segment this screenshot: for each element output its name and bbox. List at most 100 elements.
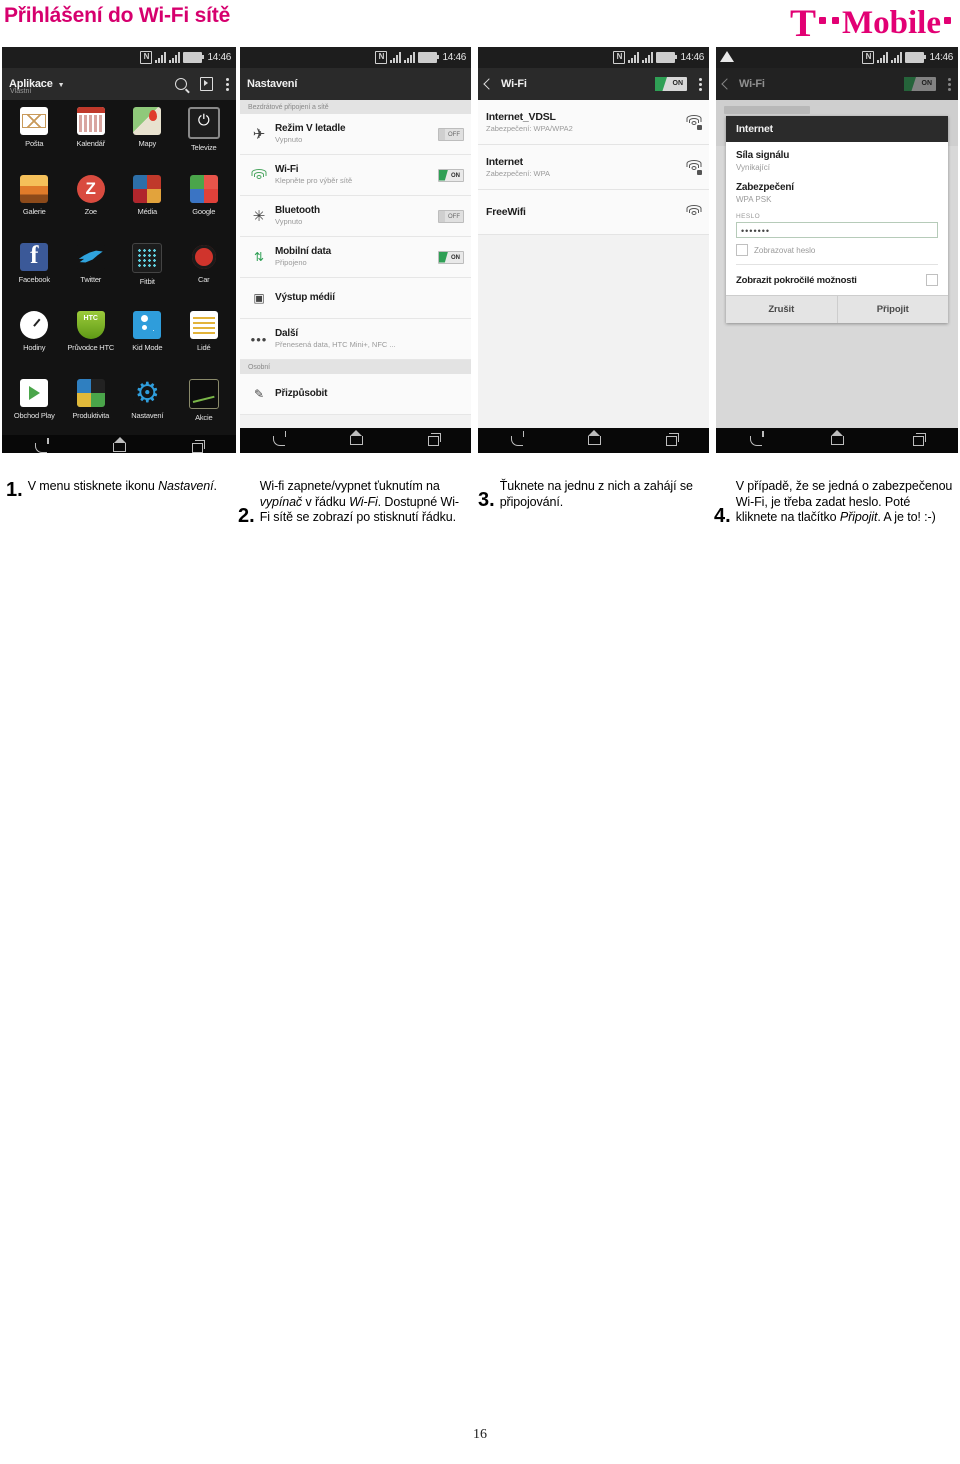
show-password-row[interactable]: Zobrazovat heslo: [736, 238, 938, 265]
app-item[interactable]: Kid Mode: [119, 311, 176, 379]
tmobile-logo-word: Mobile: [842, 4, 941, 41]
advanced-options-label: Zobrazit pokročilé možnosti: [736, 274, 857, 286]
status-bar-clock: 14:46: [442, 52, 466, 63]
app-item[interactable]: Průvodce HTC: [63, 311, 120, 379]
status-bar: N 14:46: [2, 47, 236, 68]
battery-icon: [183, 52, 205, 63]
search-icon[interactable]: [175, 78, 187, 90]
app-label: Obchod Play: [13, 411, 55, 420]
mobile-network-icon: [390, 52, 402, 63]
caption-step-3: 3. Ťuknete na jednu z nich a zahájí se p…: [478, 478, 708, 510]
back-icon[interactable]: [510, 430, 525, 446]
app-item[interactable]: Lidé: [176, 311, 233, 379]
recents-icon[interactable]: [665, 432, 679, 446]
recents-icon[interactable]: [192, 439, 205, 453]
app-item[interactable]: Akcie: [176, 379, 233, 447]
play-store-icon[interactable]: [200, 77, 213, 91]
app-item[interactable]: Facebook: [6, 243, 63, 311]
overflow-menu-icon[interactable]: [226, 77, 229, 91]
app-item[interactable]: Fitbit: [119, 243, 176, 311]
bluetooth-toggle[interactable]: OFF: [438, 209, 464, 223]
settings-row-more[interactable]: ••• Další Přenesená data, HTC Mini+, NFC…: [240, 319, 471, 360]
password-input[interactable]: •••••••: [736, 222, 938, 238]
back-icon[interactable]: [35, 437, 49, 453]
signal-strength-label: Síla signálu: [736, 150, 790, 161]
settings-row-mobile-data[interactable]: ⇅ Mobilní data Připojeno ON: [240, 237, 471, 278]
app-item[interactable]: Zoe: [63, 175, 120, 243]
settings-row-bluetooth[interactable]: ✳ Bluetooth Vypnuto OFF: [240, 196, 471, 237]
app-label: Nastavení: [131, 411, 164, 420]
app-label: Lidé: [197, 343, 211, 352]
app-item[interactable]: Google: [176, 175, 233, 243]
app-drawer-actions: [175, 77, 229, 91]
nfc-icon: N: [375, 51, 388, 64]
app-label: Kalendář: [76, 139, 106, 148]
wifi-network-row[interactable]: Internet Zabezpečení: WPA: [478, 145, 709, 190]
app-label: Akcie: [195, 413, 213, 422]
play-store-icon: [20, 379, 49, 407]
tv-remote-icon: [187, 107, 220, 139]
advanced-options-checkbox[interactable]: [926, 274, 938, 286]
chevron-down-icon[interactable]: ▼: [58, 82, 65, 89]
show-password-checkbox[interactable]: [736, 244, 748, 256]
wifi-ssid: FreeWifi: [486, 205, 526, 218]
recents-icon[interactable]: [912, 432, 926, 446]
cancel-button[interactable]: Zrušit: [726, 296, 837, 323]
wifi-open-icon: [686, 204, 701, 219]
app-item[interactable]: Média: [119, 175, 176, 243]
caption-step-1: 1. V menu stisknete ikonu Nastavení.: [6, 478, 226, 500]
app-item[interactable]: Twitter: [63, 243, 120, 311]
caption-step-4: 4. V případě, že se jedná o zabezpečenou…: [714, 478, 954, 526]
app-item[interactable]: Kalendář: [63, 107, 120, 175]
wifi-network-row[interactable]: FreeWifi: [478, 190, 709, 235]
app-item[interactable]: Mapy: [119, 107, 176, 175]
settings-row-personalize[interactable]: ✎ Přizpůsobit: [240, 374, 471, 415]
home-icon[interactable]: [113, 437, 126, 452]
settings-row-media-output[interactable]: ▣ Výstup médií: [240, 278, 471, 319]
app-item[interactable]: Televize: [176, 107, 233, 175]
wifi-network-row[interactable]: Internet_VDSL Zabezpečení: WPA/WPA2: [478, 100, 709, 145]
mobile-network-icon: [169, 52, 181, 63]
mobile-data-toggle[interactable]: ON: [438, 250, 464, 264]
app-item[interactable]: Obchod Play: [6, 379, 63, 447]
app-item-nastaveni[interactable]: Nastavení: [119, 379, 176, 447]
wifi-master-toggle[interactable]: ON: [655, 77, 687, 91]
htc-guide-icon: [76, 311, 105, 339]
home-icon[interactable]: [349, 430, 363, 445]
airplane-toggle[interactable]: OFF: [438, 127, 464, 141]
productivity-folder-icon: [76, 379, 105, 407]
settings-row-wifi[interactable]: Wi-Fi Klepněte pro výběr sítě ON: [240, 155, 471, 196]
app-item[interactable]: Galerie: [6, 175, 63, 243]
app-item[interactable]: Car: [176, 243, 233, 311]
tmobile-logo-dot: [819, 16, 827, 24]
signal-bars-icon: [891, 52, 903, 63]
settings-group-wireless: Bezdrátové připojení a sítě: [240, 100, 471, 114]
app-item[interactable]: Produktivita: [63, 379, 120, 447]
wifi-toggle[interactable]: ON: [438, 168, 464, 182]
app-label: Pošta: [25, 139, 44, 148]
home-icon[interactable]: [587, 430, 601, 445]
wifi-title: Wi-Fi: [739, 78, 765, 90]
home-icon[interactable]: [830, 430, 844, 445]
status-bar: N 14:46: [240, 47, 471, 68]
recents-icon[interactable]: [427, 432, 441, 446]
app-item[interactable]: Pošta: [6, 107, 63, 175]
airplane-icon: ✈: [252, 126, 266, 143]
security-value: WPA PSK: [736, 195, 772, 204]
back-icon[interactable]: [750, 430, 764, 446]
signal-bars-icon: [155, 52, 167, 63]
app-label: Kid Mode: [132, 343, 163, 352]
advanced-options-row[interactable]: Zobrazit pokročilé možnosti: [736, 265, 938, 295]
connect-button[interactable]: Připojit: [836, 296, 949, 323]
wifi-security: Zabezpečení: WPA: [486, 168, 551, 178]
back-icon[interactable]: [272, 430, 287, 446]
back-arrow-icon[interactable]: [483, 78, 495, 90]
caption-text: V menu stisknete ikonu Nastavení.: [27, 479, 217, 493]
app-item[interactable]: Hodiny: [6, 311, 63, 379]
settings-appbar: Nastavení: [240, 68, 471, 100]
wifi-ssid: Internet: [486, 155, 523, 168]
overflow-menu-icon[interactable]: [699, 77, 702, 91]
settings-row-airplane[interactable]: ✈ Režim V letadle Vypnuto OFF: [240, 114, 471, 155]
app-label: Zoe: [84, 207, 98, 216]
caption-number: 3.: [478, 489, 495, 511]
